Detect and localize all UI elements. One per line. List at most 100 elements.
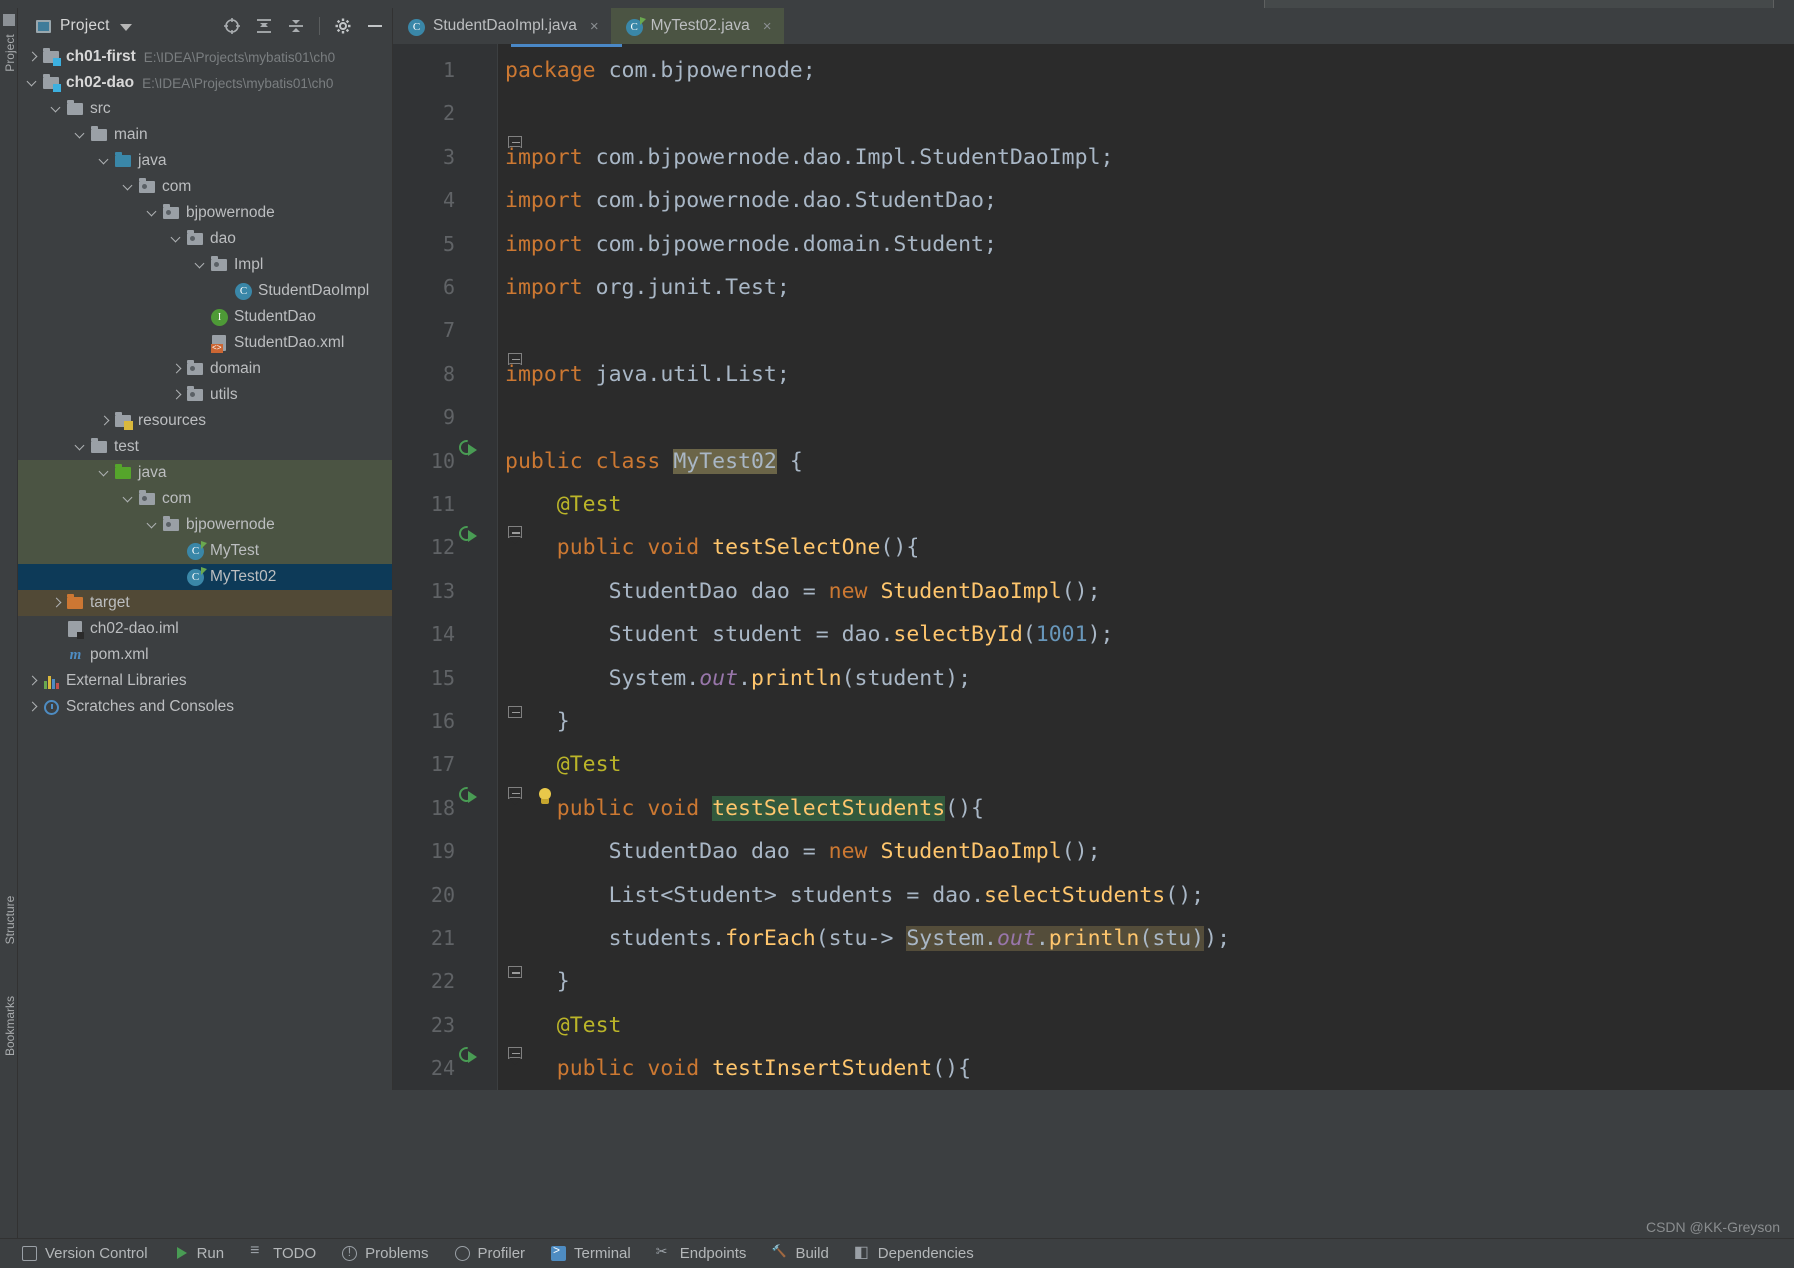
- tree-item-bjpowernode[interactable]: bjpowernode: [18, 200, 392, 226]
- chevron-right-icon[interactable]: [170, 362, 184, 376]
- rail-label-project[interactable]: Project: [3, 27, 17, 79]
- tree-item-mytest[interactable]: C MyTest: [18, 538, 392, 564]
- chevron-down-icon[interactable]: [98, 466, 112, 480]
- editor-tab-mytest02-java[interactable]: C MyTest02.java ×: [610, 8, 784, 44]
- tree-item-mytest02[interactable]: C MyTest02: [18, 564, 392, 590]
- chevron-right-icon[interactable]: [26, 50, 40, 64]
- run-test-gutter-icon[interactable]: [456, 1044, 479, 1067]
- chevron-down-icon[interactable]: [146, 206, 160, 220]
- tree-item-scratches-and-consoles[interactable]: Scratches and Consoles: [18, 694, 392, 720]
- tree-item-utils[interactable]: utils: [18, 382, 392, 408]
- code-line[interactable]: 22 }: [393, 960, 1794, 1003]
- code-line[interactable]: 12 public void testSelectOne(){: [393, 523, 1794, 569]
- chevron-down-icon[interactable]: [98, 154, 112, 168]
- tree-item-ch02-dao-iml[interactable]: ch02-dao.iml: [18, 616, 392, 642]
- bottom-bar-item-terminal[interactable]: Terminal: [551, 1243, 631, 1262]
- tree-item-main[interactable]: main: [18, 122, 392, 148]
- tree-item-pom-xml[interactable]: m pom.xml: [18, 642, 392, 668]
- bottom-bar-item-problems[interactable]: Problems: [342, 1245, 429, 1262]
- code-line[interactable]: 24 public void testInsertStudent(){: [393, 1044, 1794, 1090]
- code-line[interactable]: 5 import com.bjpowernode.domain.Student;: [393, 223, 1794, 266]
- tree-item-ch01-first[interactable]: ch01-first E:\IDEA\Projects\mybatis01\ch0: [18, 44, 392, 70]
- code-line[interactable]: 20 List<Student> students = dao.selectSt…: [393, 874, 1794, 917]
- hide-panel-icon[interactable]: [366, 17, 384, 35]
- code-line[interactable]: 4 import com.bjpowernode.dao.StudentDao;: [393, 179, 1794, 222]
- code-line[interactable]: 14 Student student = dao.selectById(1001…: [393, 613, 1794, 656]
- close-icon[interactable]: ×: [763, 18, 772, 35]
- tree-item-dao[interactable]: dao: [18, 226, 392, 252]
- bottom-bar-item-profiler[interactable]: Profiler: [454, 1245, 525, 1262]
- chevron-down-icon[interactable]: [122, 492, 136, 506]
- chevron-down-icon[interactable]: [74, 440, 88, 454]
- chevron-down-icon[interactable]: [26, 76, 40, 90]
- bottom-bar-item-build[interactable]: Build: [771, 1244, 828, 1262]
- bottom-bar-item-run[interactable]: Run: [174, 1245, 224, 1262]
- tree-item-bjpowernode[interactable]: bjpowernode: [18, 512, 392, 538]
- tree-item-java[interactable]: java: [18, 460, 392, 486]
- expand-all-icon[interactable]: [255, 17, 273, 35]
- run-test-gutter-icon[interactable]: [456, 523, 479, 546]
- chevron-down-icon[interactable]: [146, 518, 160, 532]
- tree-item-impl[interactable]: Impl: [18, 252, 392, 278]
- code-line[interactable]: 19 StudentDao dao = new StudentDaoImpl()…: [393, 830, 1794, 873]
- code-line[interactable]: 11 @Test: [393, 483, 1794, 526]
- rail-label-structure[interactable]: Structure: [3, 894, 17, 946]
- chevron-down-icon[interactable]: [119, 24, 132, 31]
- tree-item-resources[interactable]: resources: [18, 408, 392, 434]
- code-line[interactable]: 6 import org.junit.Test;: [393, 266, 1794, 309]
- chevron-right-icon[interactable]: [26, 674, 40, 688]
- collapse-all-icon[interactable]: [287, 17, 305, 35]
- tree-item-com[interactable]: com: [18, 486, 392, 512]
- editor-tab-studentdaoimpl-java[interactable]: C StudentDaoImpl.java ×: [393, 8, 611, 44]
- chevron-down-icon[interactable]: [74, 128, 88, 142]
- chevron-right-icon[interactable]: [26, 700, 40, 714]
- code-line[interactable]: 2: [393, 92, 1794, 135]
- tree-item-studentdao[interactable]: I StudentDao: [18, 304, 392, 330]
- code-line[interactable]: 8 import java.util.List;: [393, 352, 1794, 396]
- select-opened-file-icon[interactable]: [223, 17, 241, 35]
- code-line[interactable]: 13 StudentDao dao = new StudentDaoImpl()…: [393, 570, 1794, 613]
- rail-label-bookmarks[interactable]: Bookmarks: [3, 996, 17, 1056]
- run-test-gutter-icon[interactable]: [456, 783, 479, 807]
- chevron-right-icon[interactable]: [98, 414, 112, 428]
- code-line[interactable]: 10 public class MyTest02 {: [393, 436, 1794, 483]
- chevron-right-icon[interactable]: [170, 388, 184, 402]
- tree-item-target[interactable]: target: [18, 590, 392, 616]
- editor-tab-bar[interactable]: C StudentDaoImpl.java × C MyTest02.java ×: [393, 8, 1794, 44]
- code-line[interactable]: 7: [393, 309, 1794, 352]
- chevron-right-icon[interactable]: [50, 596, 64, 610]
- chevron-down-icon[interactable]: [170, 232, 184, 246]
- code-line[interactable]: 23 @Test: [393, 1004, 1794, 1047]
- code-line[interactable]: 9: [393, 396, 1794, 439]
- code-editor[interactable]: 1 package com.bjpowernode; 2 3 import com.bj…: [393, 44, 1794, 1090]
- code-line[interactable]: 18 public void testSelectStudents(){: [393, 783, 1794, 830]
- run-test-gutter-icon[interactable]: [456, 436, 479, 460]
- bottom-bar-item-todo[interactable]: TODO: [250, 1242, 316, 1262]
- chevron-down-icon[interactable]: [194, 258, 208, 272]
- code-line[interactable]: 15 System.out.println(student);: [393, 657, 1794, 700]
- code-line[interactable]: 1 package com.bjpowernode;: [393, 49, 1794, 92]
- tree-item-src[interactable]: src: [18, 96, 392, 122]
- tree-item-java[interactable]: java: [18, 148, 392, 174]
- tree-item-studentdao-xml[interactable]: StudentDao.xml: [18, 330, 392, 356]
- chevron-down-icon[interactable]: [50, 102, 64, 116]
- bottom-bar-item-dependencies[interactable]: Dependencies: [854, 1242, 974, 1262]
- bottom-bar-item-endpoints[interactable]: Endpoints: [656, 1243, 747, 1262]
- settings-gear-icon[interactable]: [334, 17, 352, 35]
- tree-item-test[interactable]: test: [18, 434, 392, 460]
- code-line[interactable]: 3 import com.bjpowernode.dao.Impl.Student…: [393, 135, 1794, 179]
- tree-item-external-libraries[interactable]: External Libraries: [18, 668, 392, 694]
- tree-item-ch02-dao[interactable]: ch02-dao E:\IDEA\Projects\mybatis01\ch0: [18, 70, 392, 96]
- code-line[interactable]: 16 }: [393, 700, 1794, 743]
- project-rail-icon[interactable]: [3, 14, 15, 26]
- tree-item-domain[interactable]: domain: [18, 356, 392, 382]
- bottom-bar-item-version-control[interactable]: Version Control: [22, 1245, 148, 1262]
- code-line[interactable]: 17 @Test: [393, 743, 1794, 786]
- code-line[interactable]: 21 students.forEach(stu-> System.out.pri…: [393, 917, 1794, 960]
- chevron-down-icon[interactable]: [122, 180, 136, 194]
- bottom-tool-bar[interactable]: Version Control Run TODO Problems Profiler Te…: [0, 1238, 1794, 1268]
- close-icon[interactable]: ×: [590, 18, 599, 35]
- tree-item-studentdaoimpl[interactable]: C StudentDaoImpl: [18, 278, 392, 304]
- tree-item-com[interactable]: com: [18, 174, 392, 200]
- project-tree[interactable]: ch01-first E:\IDEA\Projects\mybatis01\ch0…: [18, 44, 392, 720]
